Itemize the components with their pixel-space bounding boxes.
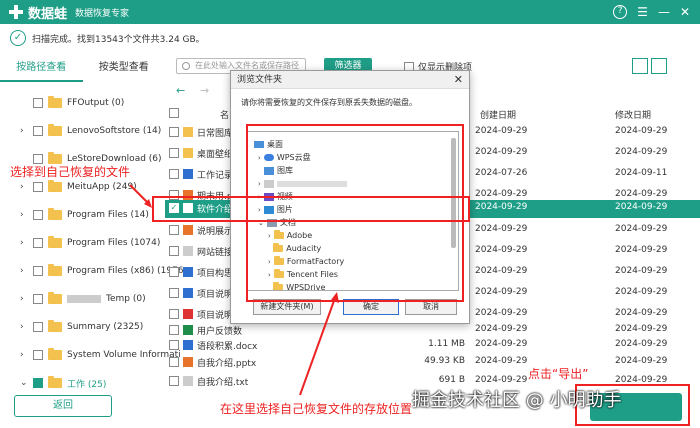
annotation-arrows <box>129 184 339 396</box>
watermark: 掘金技术社区 @ 小明助手 <box>412 390 622 411</box>
